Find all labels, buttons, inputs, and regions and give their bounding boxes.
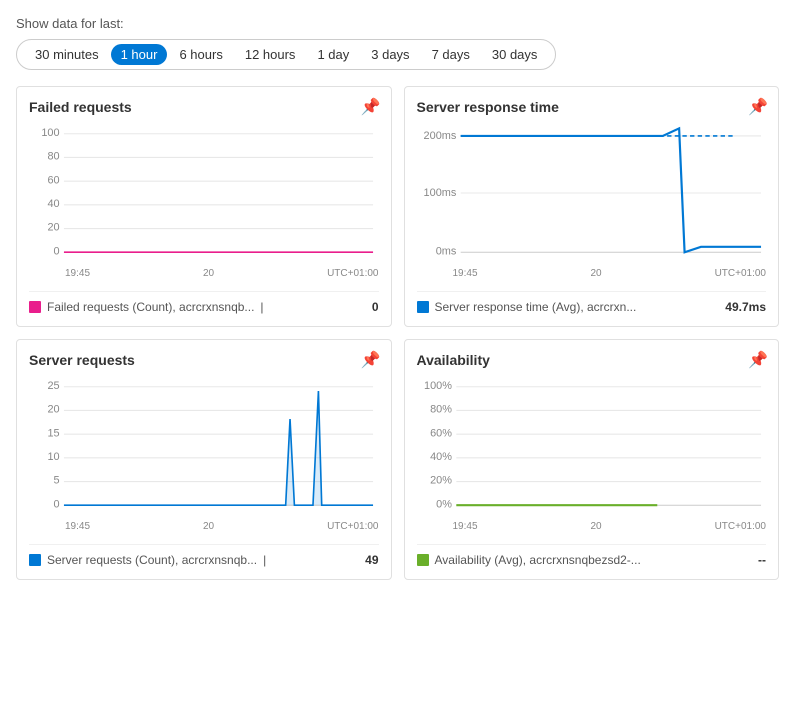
server-requests-legend-dot [29, 554, 41, 566]
failed-req-x-mid: 20 [203, 268, 214, 279]
server-response-legend-label: Server response time (Avg), acrcrxn... [435, 300, 637, 314]
svg-text:100%: 100% [424, 380, 452, 392]
availability-card: Availability 📌 100% 80% 60% 40% 20% 0% [404, 339, 780, 580]
time-btn-3day[interactable]: 3 days [361, 44, 419, 65]
failed-requests-legend-separator: | [260, 300, 263, 314]
server-resp-x-end: UTC+01:00 [715, 268, 766, 279]
svg-text:40: 40 [47, 198, 59, 210]
server-resp-x-start: 19:45 [453, 268, 478, 279]
time-btn-6hr[interactable]: 6 hours [169, 44, 232, 65]
server-requests-legend: Server requests (Count), acrcrxnsnqb... … [29, 544, 379, 567]
svg-text:40%: 40% [430, 451, 452, 463]
availability-legend-value: -- [758, 553, 766, 567]
server-response-title: Server response time [417, 99, 767, 115]
server-requests-legend-label: Server requests (Count), acrcrxnsnqb... [47, 553, 257, 567]
server-response-chart-area: 200ms 100ms 0ms 19:45 20 UTC+01:00 [417, 123, 767, 283]
avail-x-start: 19:45 [453, 521, 478, 532]
svg-text:20%: 20% [430, 475, 452, 487]
svg-text:200ms: 200ms [423, 130, 456, 142]
time-btn-1day[interactable]: 1 day [307, 44, 359, 65]
avail-x-end: UTC+01:00 [715, 521, 766, 532]
failed-requests-legend-label: Failed requests (Count), acrcrxnsnqb... [47, 300, 254, 314]
svg-text:60%: 60% [430, 427, 452, 439]
time-btn-30min[interactable]: 30 minutes [25, 44, 109, 65]
failed-req-x-end: UTC+01:00 [327, 268, 378, 279]
svg-text:25: 25 [47, 380, 59, 392]
server-response-legend-value: 49.7ms [725, 300, 766, 314]
server-requests-title: Server requests [29, 352, 379, 368]
server-requests-card: Server requests 📌 25 20 15 10 5 0 [16, 339, 392, 580]
server-req-x-mid: 20 [203, 521, 214, 532]
svg-text:0%: 0% [436, 498, 452, 510]
failed-requests-legend-value: 0 [372, 300, 379, 314]
svg-text:0: 0 [54, 498, 60, 510]
availability-pin-icon[interactable]: 📌 [748, 350, 768, 370]
failed-requests-legend: Failed requests (Count), acrcrxnsnqb... … [29, 291, 379, 314]
server-req-x-end: UTC+01:00 [327, 521, 378, 532]
failed-requests-pin-icon[interactable]: 📌 [361, 97, 381, 117]
avail-x-mid: 20 [590, 521, 601, 532]
svg-text:100: 100 [41, 127, 59, 139]
server-requests-legend-separator: | [263, 553, 266, 567]
server-requests-chart-area: 25 20 15 10 5 0 19:45 [29, 376, 379, 536]
server-response-legend-dot [417, 301, 429, 313]
failed-req-x-start: 19:45 [65, 268, 90, 279]
availability-legend-dot [417, 554, 429, 566]
svg-text:10: 10 [47, 451, 59, 463]
svg-text:0: 0 [54, 245, 60, 257]
server-requests-pin-icon[interactable]: 📌 [361, 350, 381, 370]
time-range-bar: 30 minutes 1 hour 6 hours 12 hours 1 day… [16, 39, 556, 70]
charts-grid: Failed requests 📌 100 80 60 40 20 0 [16, 86, 779, 580]
server-response-card: Server response time 📌 200ms 100ms 0ms 1… [404, 86, 780, 327]
svg-text:80%: 80% [430, 404, 452, 416]
svg-text:20: 20 [47, 222, 59, 234]
availability-chart-area: 100% 80% 60% 40% 20% 0% 19:45 20 UTC+01:… [417, 376, 767, 536]
time-btn-1hr[interactable]: 1 hour [111, 44, 168, 65]
svg-text:15: 15 [47, 427, 59, 439]
show-data-label: Show data for last: [16, 16, 779, 31]
server-requests-legend-value: 49 [365, 553, 378, 567]
svg-text:100ms: 100ms [423, 187, 456, 199]
svg-text:60: 60 [47, 174, 59, 186]
time-btn-30day[interactable]: 30 days [482, 44, 548, 65]
failed-requests-card: Failed requests 📌 100 80 60 40 20 0 [16, 86, 392, 327]
time-btn-12hr[interactable]: 12 hours [235, 44, 306, 65]
failed-requests-title: Failed requests [29, 99, 379, 115]
server-response-legend: Server response time (Avg), acrcrxn... 4… [417, 291, 767, 314]
svg-text:80: 80 [47, 151, 59, 163]
svg-text:20: 20 [47, 404, 59, 416]
availability-legend: Availability (Avg), acrcrxnsnqbezsd2-...… [417, 544, 767, 567]
availability-title: Availability [417, 352, 767, 368]
failed-requests-legend-dot [29, 301, 41, 313]
failed-requests-chart-area: 100 80 60 40 20 0 19:45 20 UTC+01:00 [29, 123, 379, 283]
server-req-x-start: 19:45 [65, 521, 90, 532]
server-response-pin-icon[interactable]: 📌 [748, 97, 768, 117]
svg-text:0ms: 0ms [435, 245, 456, 257]
time-btn-7day[interactable]: 7 days [422, 44, 480, 65]
availability-legend-label: Availability (Avg), acrcrxnsnqbezsd2-... [435, 553, 641, 567]
svg-text:5: 5 [54, 475, 60, 487]
server-resp-x-mid: 20 [590, 268, 601, 279]
